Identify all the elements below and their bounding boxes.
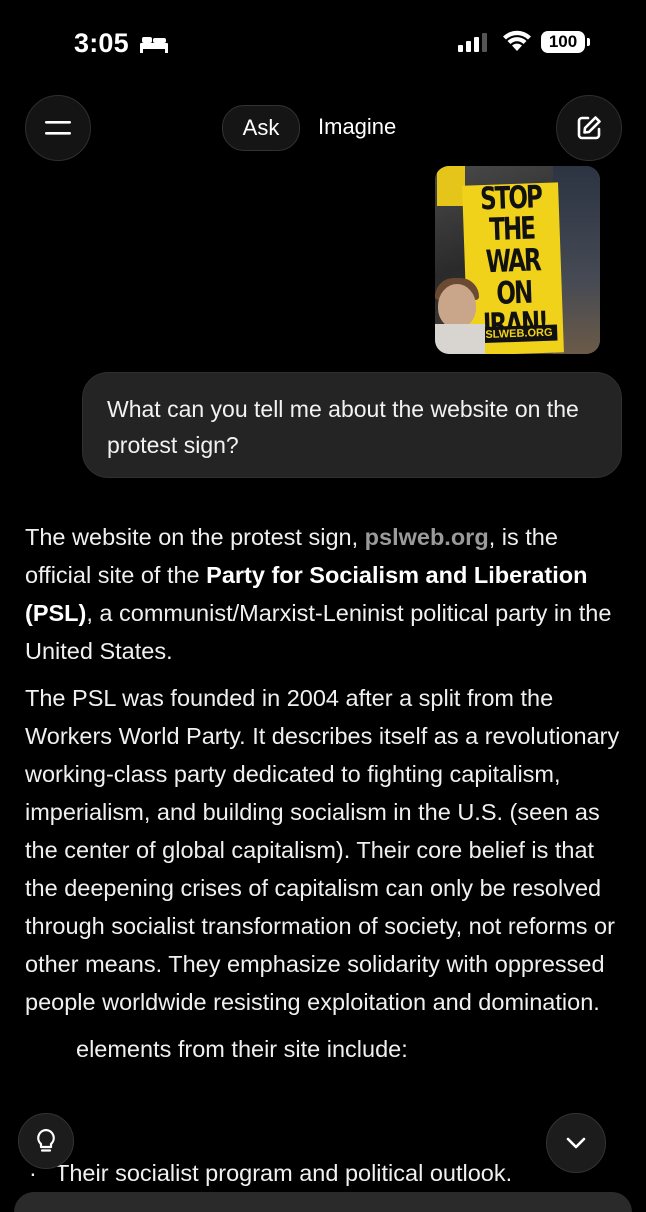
response-paragraph-1: The website on the protest sign, pslweb.…	[25, 518, 625, 670]
response-paragraph-2: The PSL was founded in 2004 after a spli…	[25, 685, 620, 1015]
response-text: The website on the protest sign,	[25, 524, 365, 550]
lightbulb-icon	[37, 1128, 55, 1152]
response-paragraph-3: elements from their site include:	[76, 1036, 408, 1062]
sign-line-2: WAR	[485, 243, 541, 281]
signal-icon	[458, 33, 487, 52]
new-chat-button[interactable]	[556, 95, 622, 161]
scroll-down-button[interactable]	[546, 1113, 606, 1173]
list-item: · Their socialist program and political o…	[25, 1160, 512, 1187]
response-text: , a communist/Marxist-Leninist political…	[25, 600, 612, 664]
wifi-icon	[503, 30, 531, 51]
edit-icon	[577, 116, 601, 140]
attached-photo[interactable]: STOP THE WAR ON IRAN! PSLWEB.ORG	[435, 166, 600, 354]
status-time: 3:05	[74, 28, 129, 58]
assistant-response: The website on the protest sign, pslweb.…	[25, 518, 625, 1077]
sign-url: PSLWEB.ORG	[473, 324, 558, 344]
list-item-text: Their socialist program and political ou…	[55, 1160, 513, 1186]
menu-button[interactable]	[25, 95, 91, 161]
battery-icon: 100	[541, 31, 585, 53]
tab-imagine[interactable]: Imagine	[318, 105, 396, 149]
user-message-bubble: What can you tell me about the website o…	[82, 372, 622, 478]
menu-icon	[45, 121, 71, 135]
battery-tip	[587, 38, 590, 46]
bed-icon	[140, 37, 168, 53]
chevron-down-icon	[566, 1137, 586, 1149]
tab-ask[interactable]: Ask	[222, 105, 300, 151]
photo-side-sign	[437, 166, 465, 206]
person-face	[438, 284, 476, 328]
status-bar: 3:05 100	[0, 0, 646, 90]
website-link[interactable]: pslweb.org	[365, 524, 489, 550]
composer-bar[interactable]	[14, 1192, 632, 1212]
suggestions-button[interactable]	[18, 1113, 74, 1169]
sign-line-1: STOP THE	[479, 180, 542, 249]
person-coat	[435, 324, 485, 354]
